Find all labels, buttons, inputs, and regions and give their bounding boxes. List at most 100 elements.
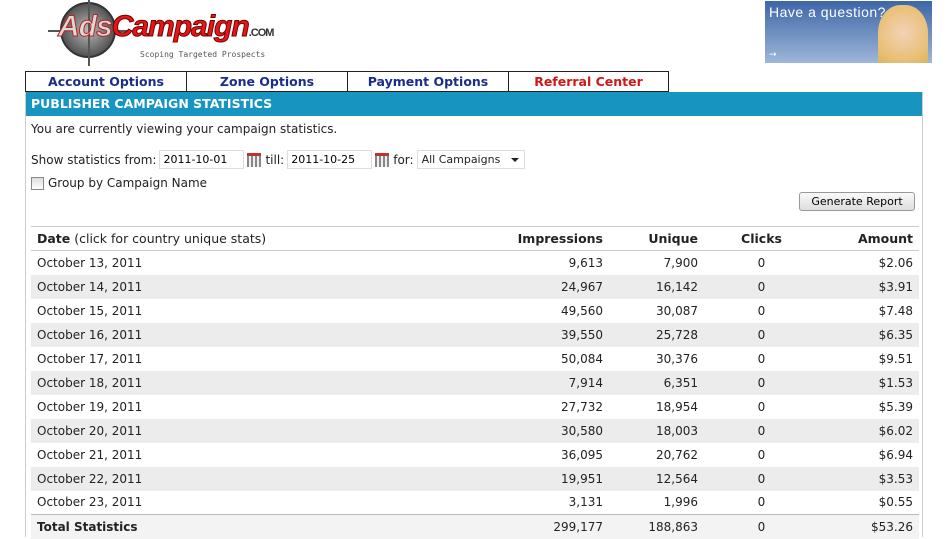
col-amount: Amount [819, 226, 919, 251]
cell-amount: $5.39 [878, 399, 913, 414]
col-impressions: Impressions [469, 226, 609, 251]
total-clicks: 0 [704, 514, 819, 539]
table-row: October 14, 2011 24,967 16,142 0 $3.91 [31, 274, 919, 299]
nav-zone-options[interactable]: Zone Options [186, 71, 347, 92]
generate-report-button[interactable]: Generate Report [799, 192, 915, 211]
cell-unique: 16,142 [656, 279, 698, 294]
cell-amount: $6.02 [878, 423, 913, 438]
nav-referral-center[interactable]: Referral Center [508, 71, 669, 92]
filters: Show statistics from: till: for: All Cam… [31, 150, 525, 169]
cell-amount: $6.35 [878, 327, 913, 342]
total-amount: $53.26 [819, 514, 919, 539]
from-date-input[interactable] [159, 150, 245, 169]
stats-panel: PUBLISHER CAMPAIGN STATISTICS You are cu… [25, 92, 923, 539]
cell-impressions: 9,613 [568, 255, 603, 270]
help-banner[interactable]: Have a question? → [765, 1, 932, 63]
table-row: October 17, 2011 50,084 30,376 0 $9.51 [31, 347, 919, 371]
cell-date[interactable]: October 23, 2011 [31, 491, 469, 515]
cell-unique: 30,087 [656, 303, 698, 318]
for-label: for: [393, 152, 414, 167]
cell-clicks: 0 [757, 447, 766, 462]
cell-clicks: 0 [757, 279, 766, 294]
cell-date[interactable]: October 22, 2011 [31, 467, 469, 491]
cell-date[interactable]: October 19, 2011 [31, 395, 469, 419]
nav-payment-options[interactable]: Payment Options [347, 71, 508, 92]
table-header: Date (click for country unique stats) Im… [31, 226, 919, 251]
col-date-hint: (click for country unique stats) [70, 231, 267, 246]
cell-date[interactable]: October 15, 2011 [31, 299, 469, 323]
total-row: Total Statistics 299,177 188,863 0 $53.26 [31, 514, 919, 539]
cell-impressions: 7,914 [568, 375, 603, 390]
col-date-label: Date [37, 231, 71, 246]
col-clicks: Clicks [704, 226, 819, 251]
campaign-select[interactable]: All Campaigns [416, 150, 525, 169]
nav-account-options[interactable]: Account Options [25, 71, 186, 92]
cell-impressions: 50,084 [561, 351, 603, 366]
cell-date[interactable]: October 16, 2011 [31, 323, 469, 347]
cell-date[interactable]: October 21, 2011 [31, 443, 469, 467]
cell-unique: 18,954 [656, 399, 698, 414]
cell-date[interactable]: October 14, 2011 [31, 275, 469, 299]
cell-impressions: 36,095 [561, 447, 603, 462]
cell-amount: $1.53 [878, 375, 913, 390]
cell-unique: 7,900 [663, 255, 698, 270]
main-nav: Account Options Zone Options Payment Opt… [25, 71, 669, 92]
cell-impressions: 27,732 [561, 399, 603, 414]
cell-clicks: 0 [757, 399, 766, 414]
cell-date[interactable]: October 20, 2011 [31, 419, 469, 443]
cell-amount: $0.55 [878, 495, 913, 510]
cell-clicks: 0 [757, 375, 766, 390]
col-date[interactable]: Date (click for country unique stats) [31, 226, 469, 251]
till-label: till: [265, 152, 285, 167]
cell-clicks: 0 [757, 351, 766, 366]
cell-impressions: 39,550 [561, 327, 603, 342]
till-date-input[interactable] [287, 150, 373, 169]
logo[interactable]: AdsCampaign.COM Scoping Targeted Prospec… [48, 0, 278, 66]
cell-amount: $9.51 [878, 351, 913, 366]
panel-title: PUBLISHER CAMPAIGN STATISTICS [26, 92, 922, 116]
table-row: October 21, 2011 36,095 20,762 0 $6.94 [31, 443, 919, 467]
cell-date[interactable]: October 18, 2011 [31, 371, 469, 395]
arrow-icon: → [769, 50, 777, 60]
total-unique: 188,863 [609, 514, 704, 539]
cell-impressions: 19,951 [561, 471, 603, 486]
table-row: October 16, 2011 39,550 25,728 0 $6.35 [31, 322, 919, 347]
group-by-checkbox[interactable] [31, 176, 44, 190]
cell-impressions: 30,580 [561, 423, 603, 438]
cell-date[interactable]: October 13, 2011 [31, 251, 469, 275]
table-row: October 18, 2011 7,914 6,351 0 $1.53 [31, 370, 919, 395]
support-agent-image [878, 5, 928, 63]
cell-clicks: 0 [757, 255, 766, 270]
cell-amount: $7.48 [878, 303, 913, 318]
table-row: October 23, 2011 3,131 1,996 0 $0.55 [31, 491, 919, 515]
cell-clicks: 0 [757, 423, 766, 438]
from-label: Show statistics from: [31, 152, 157, 167]
logo-tagline: Scoping Targeted Prospects [140, 50, 266, 59]
calendar-icon[interactable] [375, 152, 390, 167]
table-row: October 15, 2011 49,560 30,087 0 $7.48 [31, 299, 919, 323]
total-date: Total Statistics [31, 514, 469, 539]
campaign-select-value: All Campaigns [421, 153, 501, 166]
intro-text: You are currently viewing your campaign … [31, 122, 338, 136]
table-row: October 19, 2011 27,732 18,954 0 $5.39 [31, 395, 919, 419]
group-by-label: Group by Campaign Name [48, 176, 208, 190]
cell-unique: 30,376 [656, 351, 698, 366]
cell-amount: $6.94 [878, 447, 913, 462]
cell-date[interactable]: October 17, 2011 [31, 347, 469, 371]
total-impressions: 299,177 [469, 514, 609, 539]
cell-amount: $3.91 [878, 279, 913, 294]
logo-text: AdsCampaign.COM [58, 10, 275, 44]
cell-unique: 18,003 [656, 423, 698, 438]
help-banner-text: Have a question? [769, 4, 886, 20]
cell-amount: $3.53 [878, 471, 913, 486]
stats-table: Date (click for country unique stats) Im… [31, 226, 919, 539]
cell-unique: 12,564 [656, 471, 698, 486]
cell-clicks: 0 [757, 495, 766, 510]
group-by-option[interactable]: Group by Campaign Name [31, 176, 207, 190]
cell-impressions: 49,560 [561, 303, 603, 318]
cell-clicks: 0 [757, 303, 766, 318]
calendar-icon[interactable] [247, 152, 262, 167]
table-row: October 13, 2011 9,613 7,900 0 $2.06 [31, 251, 919, 275]
cell-unique: 20,762 [656, 447, 698, 462]
cell-unique: 1,996 [663, 495, 698, 510]
